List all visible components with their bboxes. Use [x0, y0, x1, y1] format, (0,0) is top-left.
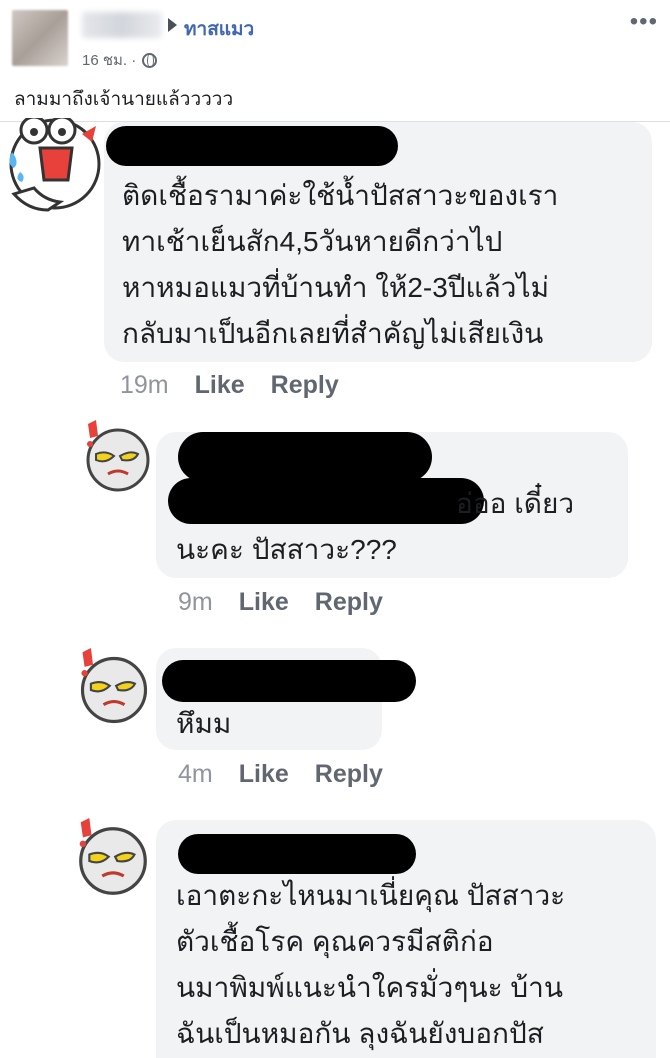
post-text: ลามมาถึงเจ้านายแล้ววววว	[14, 89, 234, 110]
globe-icon	[142, 52, 158, 68]
reply-button[interactable]: Reply	[271, 371, 339, 400]
comment-text-line: อ่ออ เดี๋ยว	[456, 488, 575, 519]
like-button[interactable]: Like	[195, 371, 245, 400]
comment-text-line: กลับมาเป็นอีกเลยที่สำคัญไม่เสียเงิน	[122, 318, 544, 349]
reply-button[interactable]: Reply	[315, 760, 383, 789]
group-name-link[interactable]: ทาสแมว	[184, 14, 254, 44]
comment-actions: 19m Like Reply	[120, 371, 339, 400]
comment-text-line: นะคะ ปัสสาวะ???	[176, 534, 397, 565]
comment-text-line: เอาตะกะไหนมาเนี่ยคุณ ปัสสาวะ	[176, 880, 566, 911]
commenter-name-redacted[interactable]	[162, 660, 416, 702]
comment-actions: 9m Like Reply	[178, 588, 383, 617]
comment-time[interactable]: 4m	[178, 760, 213, 789]
comment-avatar-angry-sticker[interactable]	[72, 648, 156, 732]
right-arrow-icon	[168, 18, 177, 32]
comment-avatar-angry-sticker[interactable]	[70, 818, 156, 904]
commenter-name-redacted[interactable]	[178, 834, 416, 874]
comment-text-line: ติดเชื้อรามาค่ะใช้น้ำปัสสาวะของเรา	[122, 180, 559, 211]
post-timestamp[interactable]: 16 ชม. ·	[82, 48, 136, 72]
comment-text-line: ฉันเป็นหมอกัน ลุงฉันยังบอกปัส	[176, 1018, 544, 1049]
comment-text-line: นมาพิมพ์แนะนำใครมั่วๆนะ บ้าน	[176, 972, 564, 1003]
comment-text-line: หาหมอแมวที่บ้านทำ ให้2-3ปีแล้วไม่	[122, 272, 550, 303]
comment-actions: 4m Like Reply	[178, 760, 383, 789]
author-name-blurred[interactable]	[82, 12, 162, 38]
comment-avatar-angry-sticker[interactable]	[78, 420, 158, 500]
comment-avatar-crying-sticker[interactable]	[0, 118, 110, 228]
author-avatar-blurred[interactable]	[12, 10, 68, 66]
reply-button[interactable]: Reply	[315, 588, 383, 617]
more-options-icon[interactable]: •••	[630, 8, 658, 36]
comment-time[interactable]: 19m	[120, 371, 169, 400]
post-header: ทาสแมว 16 ชม. · ••• ลามมาถึงเจ้านายแล้วว…	[0, 0, 670, 122]
comment-text-line: หึมม	[176, 708, 232, 739]
like-button[interactable]: Like	[239, 588, 289, 617]
comment-text-line: ตัวเชื้อโรค คุณควรมีสติก่อ	[176, 926, 494, 957]
like-button[interactable]: Like	[239, 760, 289, 789]
commenter-name-redacted[interactable]	[178, 432, 432, 482]
comment-text-line: ทาเช้าเย็นสัก4,5วันหายดีกว่าไป	[122, 226, 503, 257]
commenter-name-redacted[interactable]	[106, 126, 398, 166]
post-meta: 16 ชม. ·	[82, 48, 158, 72]
comment-time[interactable]: 9m	[178, 588, 213, 617]
comment-text-redacted	[168, 478, 484, 524]
